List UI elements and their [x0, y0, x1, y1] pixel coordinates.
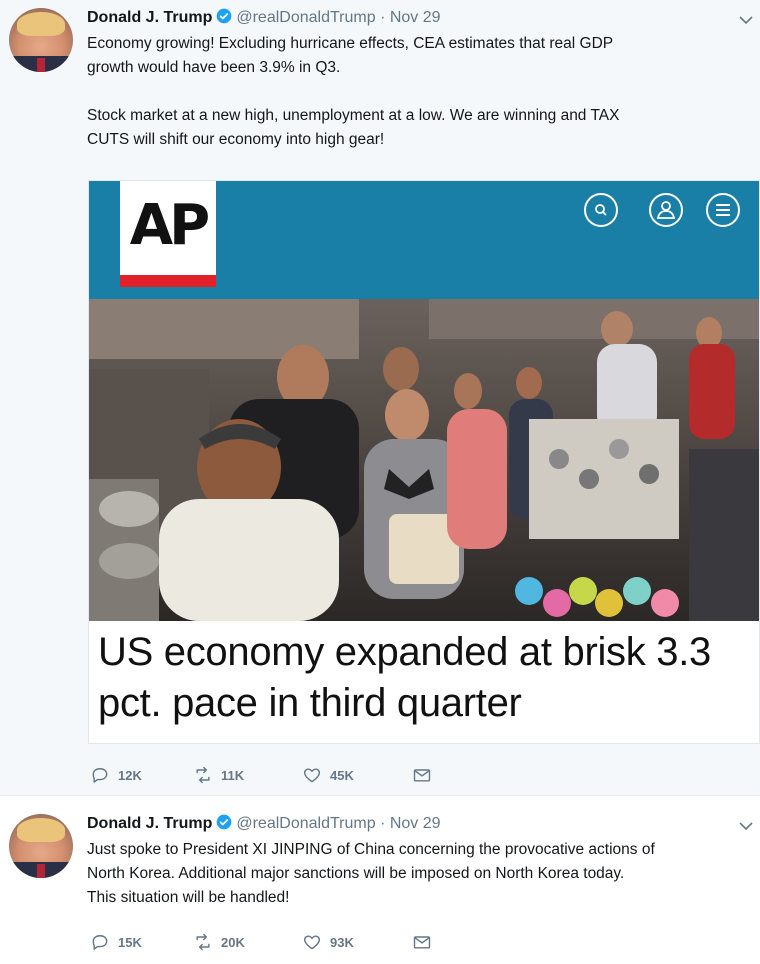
search-icon[interactable]	[583, 192, 619, 228]
card-headline-line: US economy expanded at brisk 3.3	[98, 630, 711, 674]
tweet-actions: 12K 11K 45K	[90, 764, 490, 786]
avatar[interactable]	[9, 8, 73, 72]
tweet-text-line: growth would have been 3.9% in Q3.	[87, 59, 341, 76]
tweet[interactable]: Donald J. Trump @realDonaldTrump · Nov 29…	[0, 0, 760, 796]
retweet-count: 20K	[221, 934, 245, 950]
heart-icon	[303, 935, 321, 950]
direct-message-button[interactable]	[412, 931, 432, 953]
card-headline[interactable]: US economy expanded at brisk 3.3 pct. pa…	[98, 627, 758, 729]
retweet-icon	[196, 766, 210, 784]
reply-count: 12K	[118, 767, 142, 783]
like-count: 45K	[330, 767, 354, 783]
tweet-text-line	[87, 80, 757, 104]
direct-message-button[interactable]	[412, 764, 432, 786]
retweet-button[interactable]: 11K	[193, 764, 244, 786]
author-handle[interactable]: @realDonaldTrump	[236, 815, 375, 832]
ap-header-bar: AP	[89, 181, 759, 299]
envelope-icon	[413, 769, 431, 782]
envelope-icon	[413, 936, 431, 949]
tweet-date[interactable]: Nov 29	[390, 9, 441, 26]
tweet-text-line: Just spoke to President XI JINPING of Ch…	[87, 841, 655, 858]
verified-badge-icon	[217, 8, 232, 24]
like-count: 93K	[330, 934, 354, 950]
reply-icon	[92, 768, 108, 783]
author-name[interactable]: Donald J. Trump	[87, 815, 212, 832]
reply-button[interactable]: 15K	[90, 931, 142, 953]
verified-badge-icon	[217, 814, 232, 830]
tweet-text: Economy growing! Excluding hurricane eff…	[87, 32, 757, 152]
heart-icon	[303, 768, 321, 783]
tweet-text-line: Economy growing! Excluding hurricane eff…	[87, 35, 614, 52]
like-button[interactable]: 45K	[302, 764, 354, 786]
chevron-down-icon[interactable]	[738, 12, 754, 28]
retweet-count: 11K	[221, 767, 245, 783]
tweet-text-line: Stock market at a new high, unemployment…	[87, 107, 620, 124]
user-icon[interactable]	[648, 192, 684, 228]
tweet-text-line: This situation will be handled!	[87, 889, 290, 906]
card-headline-line: pct. pace in third quarter	[98, 681, 522, 725]
tweet-text: Just spoke to President XI JINPING of Ch…	[87, 838, 757, 910]
date-separator: ·	[380, 815, 386, 832]
menu-icon[interactable]	[705, 192, 741, 228]
ap-logo-text: AP	[129, 193, 210, 258]
avatar[interactable]	[9, 814, 73, 878]
tweet-actions: 15K 20K 93K	[90, 931, 490, 953]
date-separator: ·	[380, 9, 386, 26]
reply-icon	[92, 935, 108, 950]
tweet-header: Donald J. Trump @realDonaldTrump · Nov 29	[87, 8, 441, 30]
tweet-header: Donald J. Trump @realDonaldTrump · Nov 29	[87, 814, 441, 836]
tweet-text-line: CUTS will shift our economy into high ge…	[87, 131, 385, 148]
reply-button[interactable]: 12K	[90, 764, 142, 786]
tweet-text-line: North Korea. Additional major sanctions …	[87, 865, 625, 882]
retweet-icon	[196, 933, 210, 951]
retweet-button[interactable]: 20K	[193, 931, 245, 953]
tweet[interactable]: Donald J. Trump @realDonaldTrump · Nov 29…	[0, 796, 760, 964]
reply-count: 15K	[118, 934, 142, 950]
shoppers-photo	[89, 299, 759, 621]
like-button[interactable]: 93K	[302, 931, 354, 953]
link-card[interactable]: AP US economy expanded at brisk 3.3 pct.…	[88, 180, 760, 744]
chevron-down-icon[interactable]	[738, 818, 754, 834]
ap-logo: AP	[120, 181, 216, 287]
author-name[interactable]: Donald J. Trump	[87, 9, 212, 26]
author-handle[interactable]: @realDonaldTrump	[236, 9, 375, 26]
tweet-date[interactable]: Nov 29	[390, 815, 441, 832]
